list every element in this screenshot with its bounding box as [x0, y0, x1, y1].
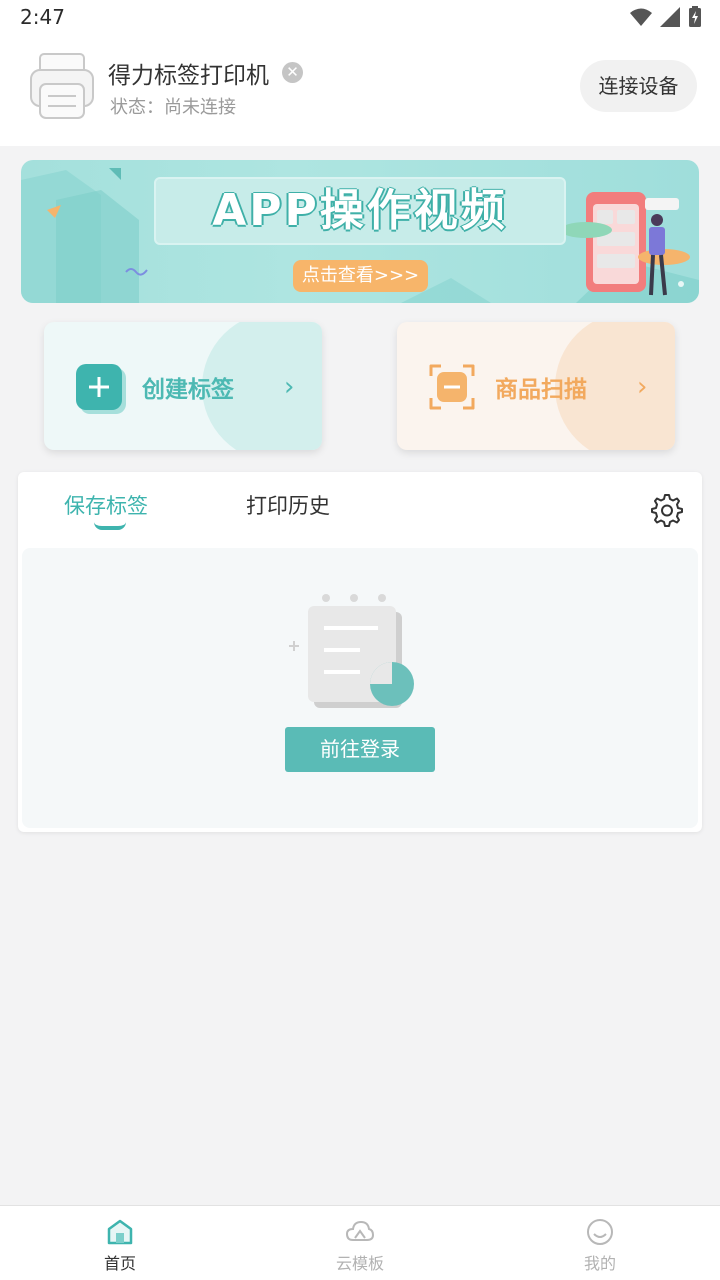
nav-home[interactable]: 首页 — [0, 1206, 240, 1280]
bottom-navigation: 首页 云模板 我的 — [0, 1205, 720, 1280]
status-icons — [630, 6, 702, 28]
battery-icon — [689, 6, 701, 27]
home-icon — [107, 1219, 133, 1245]
cloud-icon — [345, 1220, 375, 1241]
banner-title: APP操作视频 — [212, 185, 508, 236]
close-icon[interactable]: ✕ — [282, 62, 303, 83]
printer-icon — [30, 53, 94, 119]
connect-device-button[interactable]: 连接设备 — [580, 60, 697, 112]
nav-cloud-templates[interactable]: 云模板 — [240, 1206, 480, 1280]
empty-state: 前往登录 — [22, 548, 698, 828]
banner-title-box: APP操作视频 — [154, 177, 566, 245]
go-login-button[interactable]: 前往登录 — [285, 727, 435, 772]
create-label-text: 创建标签 — [142, 377, 234, 403]
chevron-right-icon: › — [284, 372, 295, 402]
tab-indicator — [94, 522, 126, 530]
nav-home-label: 首页 — [103, 1254, 136, 1273]
plus-icon — [76, 364, 122, 410]
status-time: 2:47 — [20, 5, 65, 29]
product-scan-card[interactable]: 商品扫描 › — [397, 322, 675, 450]
status-bar: 2:47 — [0, 0, 720, 36]
chevron-right-icon: › — [637, 372, 648, 402]
signal-icon — [660, 7, 680, 27]
nav-mine-label: 我的 — [583, 1254, 616, 1273]
connection-status: 状态：尚未连接 — [110, 97, 236, 118]
banner-cta-button[interactable]: 点击查看>>> — [293, 260, 428, 292]
create-label-card[interactable]: 创建标签 › — [44, 322, 322, 450]
smile-icon — [587, 1219, 613, 1245]
device-header: 得力标签打印机 ✕ 状态：尚未连接 连接设备 — [0, 36, 720, 146]
nav-cloud-label: 云模板 — [335, 1254, 384, 1273]
tab-print-history[interactable]: 打印历史 — [246, 490, 330, 520]
device-name: 得力标签打印机 — [108, 63, 269, 89]
tab-saved-labels[interactable]: 保存标签 — [64, 490, 148, 520]
empty-document-icon — [289, 594, 414, 708]
product-scan-text: 商品扫描 — [495, 377, 587, 403]
labels-panel: 保存标签 打印历史 前往登录 — [18, 472, 702, 832]
app-video-banner[interactable]: APP操作视频 点击查看>>> — [21, 160, 699, 303]
wifi-icon — [630, 8, 652, 26]
nav-mine[interactable]: 我的 — [480, 1206, 720, 1280]
scan-icon — [429, 364, 475, 410]
gear-icon[interactable] — [648, 492, 684, 528]
